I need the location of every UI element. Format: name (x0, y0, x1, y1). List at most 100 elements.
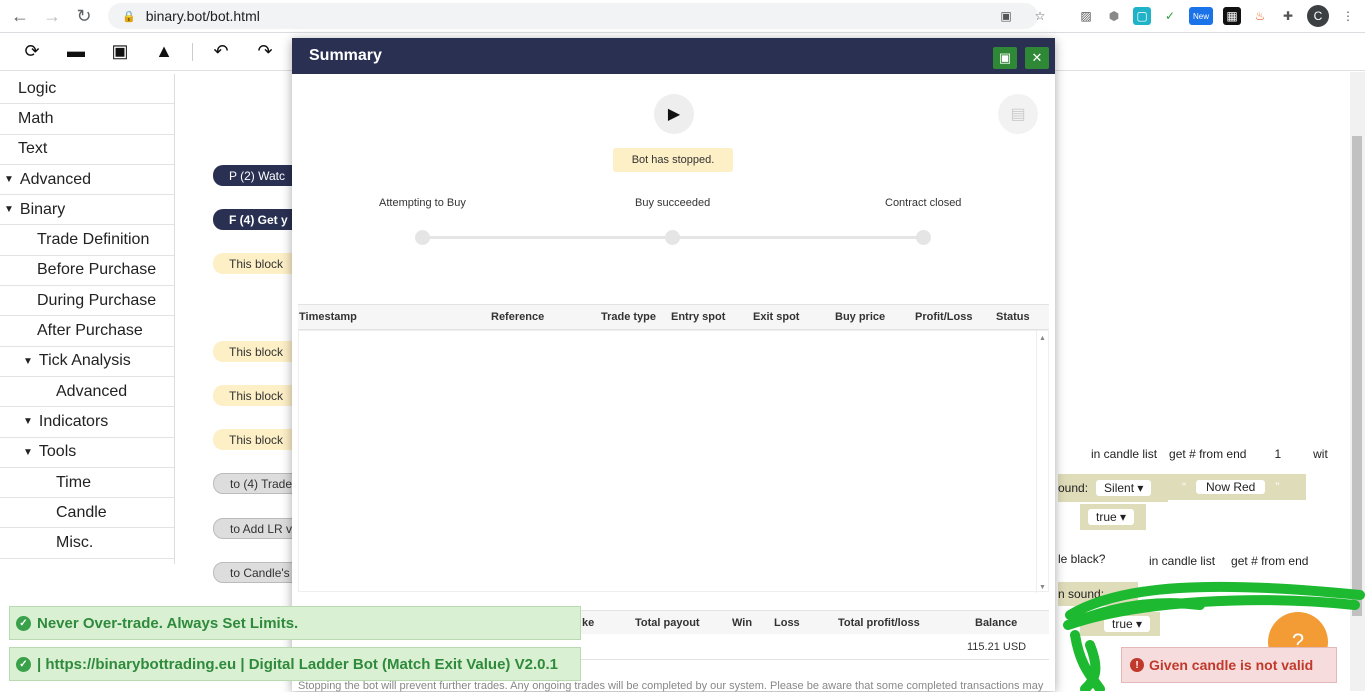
reset-icon[interactable]: ⟳ (10, 37, 54, 67)
column-header: Profit/Loss (915, 311, 973, 323)
sidebar-item-logic[interactable]: Logic (0, 74, 174, 105)
step-label: Contract closed (885, 197, 962, 209)
puzzle-icon[interactable]: ✚ (1279, 7, 1297, 25)
column-header: Status (996, 311, 1030, 323)
open-quote-icon: “ (1182, 480, 1186, 494)
check-circle-icon: ✓ (16, 656, 31, 672)
progress-step-dot (415, 230, 430, 245)
sidebar-item-tick-analysis[interactable]: ▼ Tick Analysis (0, 347, 174, 377)
star-icon[interactable]: ☆ (1031, 7, 1049, 25)
column-header: Win (732, 617, 753, 629)
browser-chrome: ← → ↻ 🔒 binary.bot/bot.html ▣ ☆ ▨ ⬢ ▢ ✓ … (0, 0, 1365, 33)
profile-avatar[interactable]: C (1307, 5, 1329, 27)
caret-down-icon: ▼ (23, 355, 33, 367)
redo-icon[interactable]: ↷ (243, 37, 287, 67)
save-icon[interactable]: ▣ (98, 37, 142, 67)
lock-icon: 🔒 (122, 10, 136, 23)
progress-step-dot (916, 230, 931, 245)
column-header: Total profit/loss (838, 617, 920, 629)
transactions-table-header: Timestamp Reference Trade type Entry spo… (298, 304, 1049, 330)
quote-text-field[interactable]: Now Red (1196, 480, 1266, 494)
summary-dialog-header: Summary (292, 38, 1055, 74)
workspace-block[interactable]: to (4) Trade (213, 473, 303, 494)
toast-notification[interactable]: ✓ | https://binarybottrading.eu | Digita… (9, 647, 581, 681)
trash-icon: ▤ (1010, 106, 1026, 123)
sidebar-item-candle[interactable]: Candle (0, 498, 174, 529)
google-drive-icon[interactable]: ▲ (142, 37, 186, 67)
sidebar-item-binary[interactable]: ▼ Binary (0, 195, 174, 226)
cyan-ext-icon[interactable]: ▢ (1133, 7, 1151, 25)
sidebar-item-advanced[interactable]: ▼ Advanced (0, 165, 174, 196)
sidebar-item-before-purchase[interactable]: Before Purchase (0, 256, 174, 287)
index-field[interactable]: 1 (1262, 446, 1294, 462)
table-scrollbar[interactable]: ▲ ▼ (1036, 331, 1048, 593)
caret-down-icon: ▼ (23, 446, 33, 458)
sidebar-item-indicators[interactable]: ▼ Indicators (0, 407, 174, 438)
forward-icon[interactable]: → (36, 1, 68, 31)
sound-block[interactable]: ound: Silent ▾ (1058, 474, 1168, 502)
column-header: ke (582, 617, 595, 629)
workspace-block[interactable]: This block (213, 385, 303, 406)
step-label: Attempting to Buy (379, 197, 466, 209)
true-dropdown[interactable]: true ▾ (1088, 509, 1135, 525)
sidebar-item-tools[interactable]: ▼ Tools (0, 438, 174, 468)
weather-ext-icon[interactable]: New (1189, 7, 1213, 25)
play-icon: ▶ (667, 106, 681, 123)
close-icon: ✕ (1031, 50, 1043, 65)
reload-icon[interactable]: ↻ (68, 1, 100, 31)
column-header: Trade type (601, 311, 657, 323)
save-summary-button[interactable]: ▣ (993, 47, 1017, 69)
sound-dropdown[interactable]: Silent ▾ (1096, 480, 1152, 496)
gamepad-ext-icon[interactable]: ▦ (1223, 7, 1241, 25)
caret-down-icon: ▼ (4, 174, 14, 186)
browser-extensions: ▣ ☆ ▨ ⬢ ▢ ✓ New ▦ ♨ ✚ C ⋮ (997, 5, 1357, 27)
blocked-popup-icon[interactable]: ▣ (997, 7, 1015, 25)
bot-status-badge: Bot has stopped. (613, 148, 733, 172)
workspace-block[interactable]: This block (213, 429, 303, 450)
boolean-block[interactable]: true ▾ (1080, 504, 1146, 530)
sidebar-item-after-purchase[interactable]: After Purchase (0, 316, 174, 347)
candle-list-block[interactable]: in candle list get # from end 1 wit (1058, 439, 1348, 469)
sidebar-item-during-purchase[interactable]: During Purchase (0, 286, 174, 317)
text-quote-block[interactable]: “ Now Red ” (1168, 474, 1306, 500)
toolbar-divider (192, 42, 193, 61)
check-circle-icon: ✓ (16, 615, 31, 631)
close-dialog-button[interactable]: ✕ (1025, 47, 1049, 69)
balance-value: 115.21 USD (967, 641, 1027, 653)
check-ext-icon[interactable]: ✓ (1161, 7, 1179, 25)
transactions-table-body[interactable]: ▲ ▼ (298, 330, 1049, 593)
clear-stats-button[interactable]: ▤ (998, 94, 1038, 134)
sidebar-item-misc[interactable]: Misc. (0, 528, 174, 559)
sidebar-item-time[interactable]: Time (0, 468, 174, 499)
workspace-block[interactable]: to Add LR v (213, 518, 303, 539)
workspace-scrollbar-thumb[interactable] (1352, 136, 1362, 616)
candle-black-block[interactable]: le black? (1058, 544, 1128, 574)
caret-down-icon: ▼ (4, 204, 14, 216)
sidebar-item-text[interactable]: Text (0, 135, 174, 165)
menu-kebab-icon[interactable]: ⋮ (1339, 7, 1357, 25)
workspace-block[interactable]: P (2) Watc (213, 165, 303, 186)
undo-icon[interactable]: ↶ (199, 37, 243, 67)
run-bot-button[interactable]: ▶ (654, 94, 694, 134)
back-icon[interactable]: ← (4, 1, 36, 31)
scroll-down-icon[interactable]: ▼ (1039, 584, 1046, 591)
workspace-block[interactable]: This block (213, 253, 303, 274)
sidebar-item-math[interactable]: Math (0, 104, 174, 135)
fire-ext-icon[interactable]: ♨ (1251, 7, 1269, 25)
address-bar[interactable]: 🔒 binary.bot/bot.html (108, 3, 1038, 29)
toast-notification[interactable]: ✓ Never Over-trade. Always Set Limits. (9, 606, 581, 640)
url-text: binary.bot/bot.html (145, 8, 260, 24)
candle-list-block-2[interactable]: in candle list get # from end (1131, 544, 1351, 578)
workspace-block[interactable]: This block (213, 341, 303, 362)
sidebar-item-trade-definition[interactable]: Trade Definition (0, 225, 174, 256)
scroll-up-icon[interactable]: ▲ (1039, 335, 1046, 342)
extension-image-icon[interactable]: ▨ (1077, 7, 1095, 25)
folder-icon[interactable]: ▬ (54, 37, 98, 67)
error-notification[interactable]: ! Given candle is not valid (1121, 647, 1337, 683)
workspace-block[interactable]: F (4) Get y (213, 209, 303, 230)
sidebar-item-tick-advanced[interactable]: Advanced (0, 377, 174, 408)
shield-ext-icon[interactable]: ⬢ (1105, 7, 1123, 25)
column-header: Reference (491, 311, 545, 323)
column-header: Buy price (835, 311, 886, 323)
workspace-block[interactable]: to Candle's (213, 562, 303, 583)
